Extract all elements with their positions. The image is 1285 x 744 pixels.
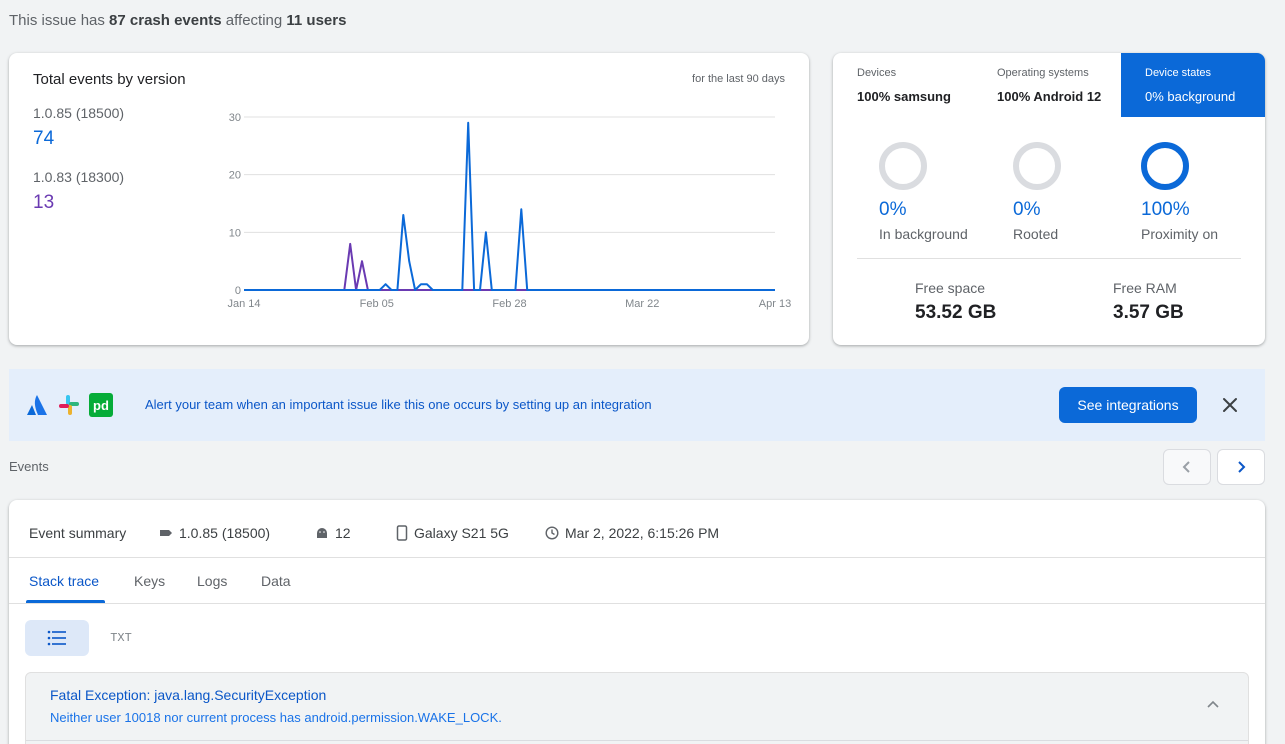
close-icon[interactable] (1218, 393, 1242, 417)
event-time-text: Mar 2, 2022, 6:15:26 PM (565, 525, 720, 541)
x-tick-label: Feb 28 (492, 298, 526, 310)
tab-states-value: 0% background (1145, 89, 1236, 104)
event-device: Galaxy S21 5G (396, 525, 509, 541)
version-value-2: 13 (33, 192, 55, 213)
chart-period: for the last 90 days (692, 73, 785, 85)
pagerduty-icon: pd (89, 393, 113, 417)
tab-operating-systems[interactable]: Operating systems 100% Android 12 (973, 53, 1121, 117)
event-device-text: Galaxy S21 5G (414, 525, 509, 541)
integration-alert-banner: pd Alert your team when an important iss… (9, 369, 1265, 441)
event-os: 12 (315, 525, 351, 541)
exception-separator (26, 740, 1248, 741)
chevron-left-icon (1182, 461, 1190, 473)
android-icon (317, 528, 327, 538)
list-view-button[interactable] (25, 620, 89, 656)
free-ram-label: Free RAM (1113, 280, 1177, 296)
event-summary-label: Event summary (29, 525, 126, 541)
events-line-chart: 0 10 20 30 Jan 14 Feb 05 Feb 28 Mar 22 Apr 13 (227, 112, 791, 310)
crash-events-count: 87 crash events (109, 12, 222, 29)
exception-title: Fatal Exception: java.lang.SecurityExcep… (50, 687, 327, 703)
in-background-ring (879, 142, 927, 190)
y-tick-label: 20 (229, 170, 241, 182)
rooted-label: Rooted (1013, 226, 1059, 242)
tab-device-states[interactable]: Device states 0% background (1121, 53, 1265, 117)
event-version: 1.0.85 (18500) (159, 525, 270, 541)
event-time: Mar 2, 2022, 6:15:26 PM (545, 525, 719, 541)
proximity-on-ring (1141, 142, 1189, 190)
chevron-up-icon[interactable] (1206, 699, 1220, 709)
previous-event-button[interactable] (1163, 449, 1211, 485)
tab-data[interactable]: Data (261, 573, 291, 589)
tab-keys[interactable]: Keys (134, 573, 165, 589)
in-background-label: In background (879, 226, 968, 242)
device-divider (857, 258, 1241, 259)
chart-title: Total events by version (33, 71, 186, 88)
x-tick-label: Mar 22 (625, 298, 659, 310)
events-section-label: Events (9, 459, 49, 474)
active-tab-indicator (26, 600, 105, 603)
version-value-1: 74 (33, 128, 55, 149)
next-event-button[interactable] (1217, 449, 1265, 485)
phone-icon (396, 525, 408, 541)
tab-states-label: Device states (1145, 67, 1212, 79)
proximity-on-label: Proximity on (1141, 226, 1219, 242)
atlassian-icon (27, 395, 47, 415)
exception-panel[interactable]: Fatal Exception: java.lang.SecurityExcep… (25, 672, 1249, 744)
series-line-1-0-83-18300- (244, 242, 775, 291)
series-line-1-0-85-18500- (244, 121, 775, 291)
tab-os-label: Operating systems (997, 67, 1089, 79)
in-background-pct: 0% (879, 199, 907, 220)
exception-message: Neither user 10018 nor current process h… (50, 710, 502, 725)
y-tick-label: 30 (229, 112, 241, 124)
tab-devices-label: Devices (857, 67, 897, 79)
issue-summary: This issue has 87 crash events affecting… (9, 12, 346, 29)
proximity-on-pct: 100% (1141, 199, 1190, 220)
summary-prefix: This issue has (9, 12, 105, 29)
chevron-right-icon (1238, 461, 1246, 473)
tab-devices-value: 100% samsung (857, 89, 951, 104)
y-tick-label: 0 (235, 285, 241, 297)
tab-logs[interactable]: Logs (197, 573, 227, 589)
x-tick-label: Apr 13 (759, 298, 791, 310)
event-version-text: 1.0.85 (18500) (179, 525, 271, 541)
summary-middle: affecting (225, 12, 283, 29)
slack-icon (59, 395, 79, 415)
users-count: 11 users (286, 12, 347, 29)
free-space-label: Free space (915, 280, 986, 296)
alert-message: Alert your team when an important issue … (145, 397, 652, 412)
list-icon (47, 630, 66, 646)
free-ram-value: 3.57 GB (1113, 302, 1184, 323)
version-label-2: 1.0.83 (18300) (33, 169, 125, 185)
clock-icon (545, 526, 559, 540)
version-label-1: 1.0.85 (18500) (33, 105, 125, 121)
rooted-pct: 0% (1013, 199, 1041, 220)
tag-icon (160, 530, 172, 536)
event-summary-text: Event summary (29, 525, 127, 541)
event-summary-bar: Event summary 1.0.85 (18500) 12 Galaxy S… (9, 510, 1265, 558)
tab-os-value: 100% Android 12 (997, 89, 1102, 104)
rooted-ring (1013, 142, 1061, 190)
events-by-version-card: Total events by version for the last 90 … (9, 53, 809, 345)
txt-view-button[interactable]: TXT (101, 620, 141, 656)
device-breakdown-card: Devices 100% samsung Operating systems 1… (833, 53, 1265, 345)
event-tabs: Stack trace Keys Logs Data (9, 558, 1265, 604)
x-tick-label: Feb 05 (360, 298, 394, 310)
tab-devices[interactable]: Devices 100% samsung (833, 53, 973, 117)
tab-stack-trace[interactable]: Stack trace (29, 573, 99, 589)
event-details-card: Event summary 1.0.85 (18500) 12 Galaxy S… (9, 500, 1265, 744)
free-space-value: 53.52 GB (915, 302, 997, 323)
event-os-text: 12 (335, 525, 351, 541)
see-integrations-button[interactable]: See integrations (1059, 387, 1197, 423)
y-tick-label: 10 (229, 227, 241, 239)
x-tick-label: Jan 14 (227, 298, 260, 310)
